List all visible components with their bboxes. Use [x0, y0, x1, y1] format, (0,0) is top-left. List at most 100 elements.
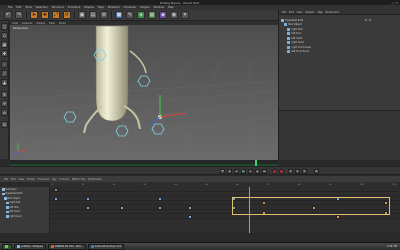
keyframe[interactable] — [86, 197, 90, 201]
undo-icon[interactable]: ↶ — [4, 11, 12, 19]
menu-mograph[interactable]: MoGraph — [108, 6, 120, 9]
polygons-mode-icon[interactable]: ▲ — [1, 79, 8, 86]
live-select-icon[interactable]: ➤ — [30, 11, 38, 19]
tl-menu-view[interactable]: View — [19, 178, 25, 181]
workplane-icon[interactable]: ▭ — [1, 109, 8, 116]
prev-frame-icon[interactable]: ◃ — [234, 168, 239, 174]
window-controls[interactable]: _ □ ✕ — [389, 1, 398, 5]
start-button[interactable] — [2, 243, 12, 250]
autokey-icon[interactable] — [279, 168, 284, 174]
om-menu-edit[interactable]: Edit — [289, 11, 294, 14]
go-to-start-icon[interactable]: ⏮ — [220, 168, 225, 174]
snap-icon[interactable]: ⌖ — [1, 100, 8, 107]
cinema4d-icon — [50, 245, 54, 248]
tl-menu-frame[interactable]: Frame — [27, 178, 34, 181]
light-icon[interactable]: ✦ — [181, 11, 189, 19]
model-mode-icon[interactable]: ▢ — [1, 23, 8, 30]
keyframe[interactable] — [120, 206, 124, 210]
points-mode-icon[interactable]: · — [1, 61, 8, 68]
hex-controller-icon[interactable] — [137, 75, 151, 87]
menu-plugins[interactable]: Plugins — [140, 6, 149, 9]
left-toolbar: ▢ ◇ ▦ ✚ · ╱ ▲ ↯ ⌖ ▭ ⊡ — [0, 21, 9, 159]
om-menu-bookmarks[interactable]: Bookmarks — [326, 11, 339, 14]
texture-mode-icon[interactable]: ▦ — [1, 41, 8, 48]
menu-tags[interactable]: Tags — [98, 6, 104, 9]
deformer-icon[interactable]: ◆ — [159, 11, 167, 19]
timeline-settings-icon[interactable]: ⚙ — [314, 168, 319, 174]
om-menu-tags[interactable]: Tags — [317, 11, 322, 14]
keyframe[interactable] — [54, 197, 58, 201]
track-label: Null Object — [7, 196, 21, 200]
keyframe[interactable] — [336, 215, 340, 219]
keyframe[interactable] — [188, 206, 192, 210]
key-position-icon[interactable]: P — [288, 168, 293, 174]
move-icon[interactable]: ✥ — [41, 11, 49, 19]
next-key-icon[interactable]: ▸ — [255, 168, 260, 174]
taskbar-item-photoshop[interactable]: Adobe Photoshop CS3 — [87, 243, 125, 250]
taskbar-item-cinema4d[interactable]: CINEMA 4D R10 - Roll... — [47, 243, 86, 250]
hex-controller-icon[interactable] — [63, 111, 77, 123]
go-to-end-icon[interactable]: ⏭ — [262, 168, 267, 174]
camera-icon[interactable]: ◉ — [170, 11, 178, 19]
menu-character[interactable]: Character — [124, 6, 137, 9]
object-mode-icon[interactable]: ◇ — [1, 32, 8, 39]
tl-menu-functions[interactable]: Functions — [38, 178, 49, 181]
tl-menu-edit[interactable]: Edit — [11, 178, 16, 181]
current-frame-line[interactable] — [249, 187, 250, 233]
tl-menu-motionclip[interactable]: Motion Clip — [72, 178, 85, 181]
axis-gizmo[interactable] — [149, 95, 187, 126]
menu-file[interactable]: File — [8, 6, 12, 9]
hex-controller-icon[interactable] — [151, 123, 165, 135]
rotate-icon[interactable]: ⟳ — [63, 11, 71, 19]
render-view-icon[interactable]: ▤ — [89, 11, 97, 19]
key-scale-icon[interactable]: S — [295, 168, 300, 174]
windows-logo-icon — [5, 245, 8, 248]
keyframe[interactable] — [158, 206, 162, 210]
taskbar-item-notepad[interactable]: untitled - Notepad — [14, 243, 46, 250]
om-menu-file[interactable]: File — [282, 11, 286, 14]
key-rotation-icon[interactable]: R — [302, 168, 307, 174]
subdivision-icon[interactable]: ◈ — [137, 11, 145, 19]
track-icon — [6, 215, 9, 218]
record-icon[interactable] — [272, 168, 277, 174]
keyframe[interactable] — [54, 188, 58, 192]
render-settings-icon[interactable]: ⚙ — [100, 11, 108, 19]
key-selection-box[interactable] — [232, 197, 390, 215]
pen-icon[interactable]: ✎ — [126, 11, 134, 19]
om-menu-objects[interactable]: Objects — [305, 11, 314, 14]
timeline-keys-area[interactable] — [50, 187, 400, 233]
menu-tools[interactable]: Tools — [25, 6, 31, 9]
arm[interactable] — [129, 50, 147, 74]
list-item[interactable]: left Front Knee — [281, 50, 361, 55]
tl-menu-bookmarks[interactable]: Bookmarks — [88, 178, 101, 181]
ruler-tick: 20 — [112, 183, 116, 186]
menu-objects[interactable]: Objects — [84, 6, 94, 9]
keyframe[interactable] — [86, 206, 90, 210]
3d-viewport[interactable]: View Cameras Display Filter Panel Perspe… — [10, 21, 278, 160]
prev-key-icon[interactable]: ◂ — [227, 168, 232, 174]
next-frame-icon[interactable]: ▹ — [248, 168, 253, 174]
array-icon[interactable]: ▦ — [148, 11, 156, 19]
keyframe[interactable] — [158, 197, 162, 201]
keyframe[interactable] — [188, 215, 192, 219]
lock-icon[interactable]: ⊡ — [1, 121, 8, 128]
menu-functions[interactable]: Functions — [68, 6, 80, 9]
menu-help[interactable]: Help — [168, 6, 174, 9]
cube-icon[interactable]: ■ — [115, 11, 123, 19]
menu-structure[interactable]: Structure — [52, 6, 64, 9]
redo-icon[interactable]: ↷ — [15, 11, 23, 19]
tl-menu-file[interactable]: File — [4, 178, 8, 181]
tl-menu-key[interactable]: Key — [52, 178, 56, 181]
menu-selection[interactable]: Selection — [36, 6, 48, 9]
scale-icon[interactable]: ⤢ — [52, 11, 60, 19]
tl-menu-fcurve[interactable]: F-Curve — [60, 178, 69, 181]
render-icon[interactable]: ▣ — [78, 11, 86, 19]
menu-window[interactable]: Window — [154, 6, 164, 9]
menu-edit[interactable]: Edit — [16, 6, 21, 9]
om-menu-view[interactable]: View — [297, 11, 303, 14]
play-icon[interactable]: ▶ — [241, 168, 246, 174]
axis-mode-icon[interactable]: ✚ — [1, 50, 8, 57]
tweak-mode-icon[interactable]: ↯ — [1, 91, 8, 98]
edges-mode-icon[interactable]: ╱ — [1, 70, 8, 77]
track-row[interactable]: right hand — [0, 214, 49, 219]
